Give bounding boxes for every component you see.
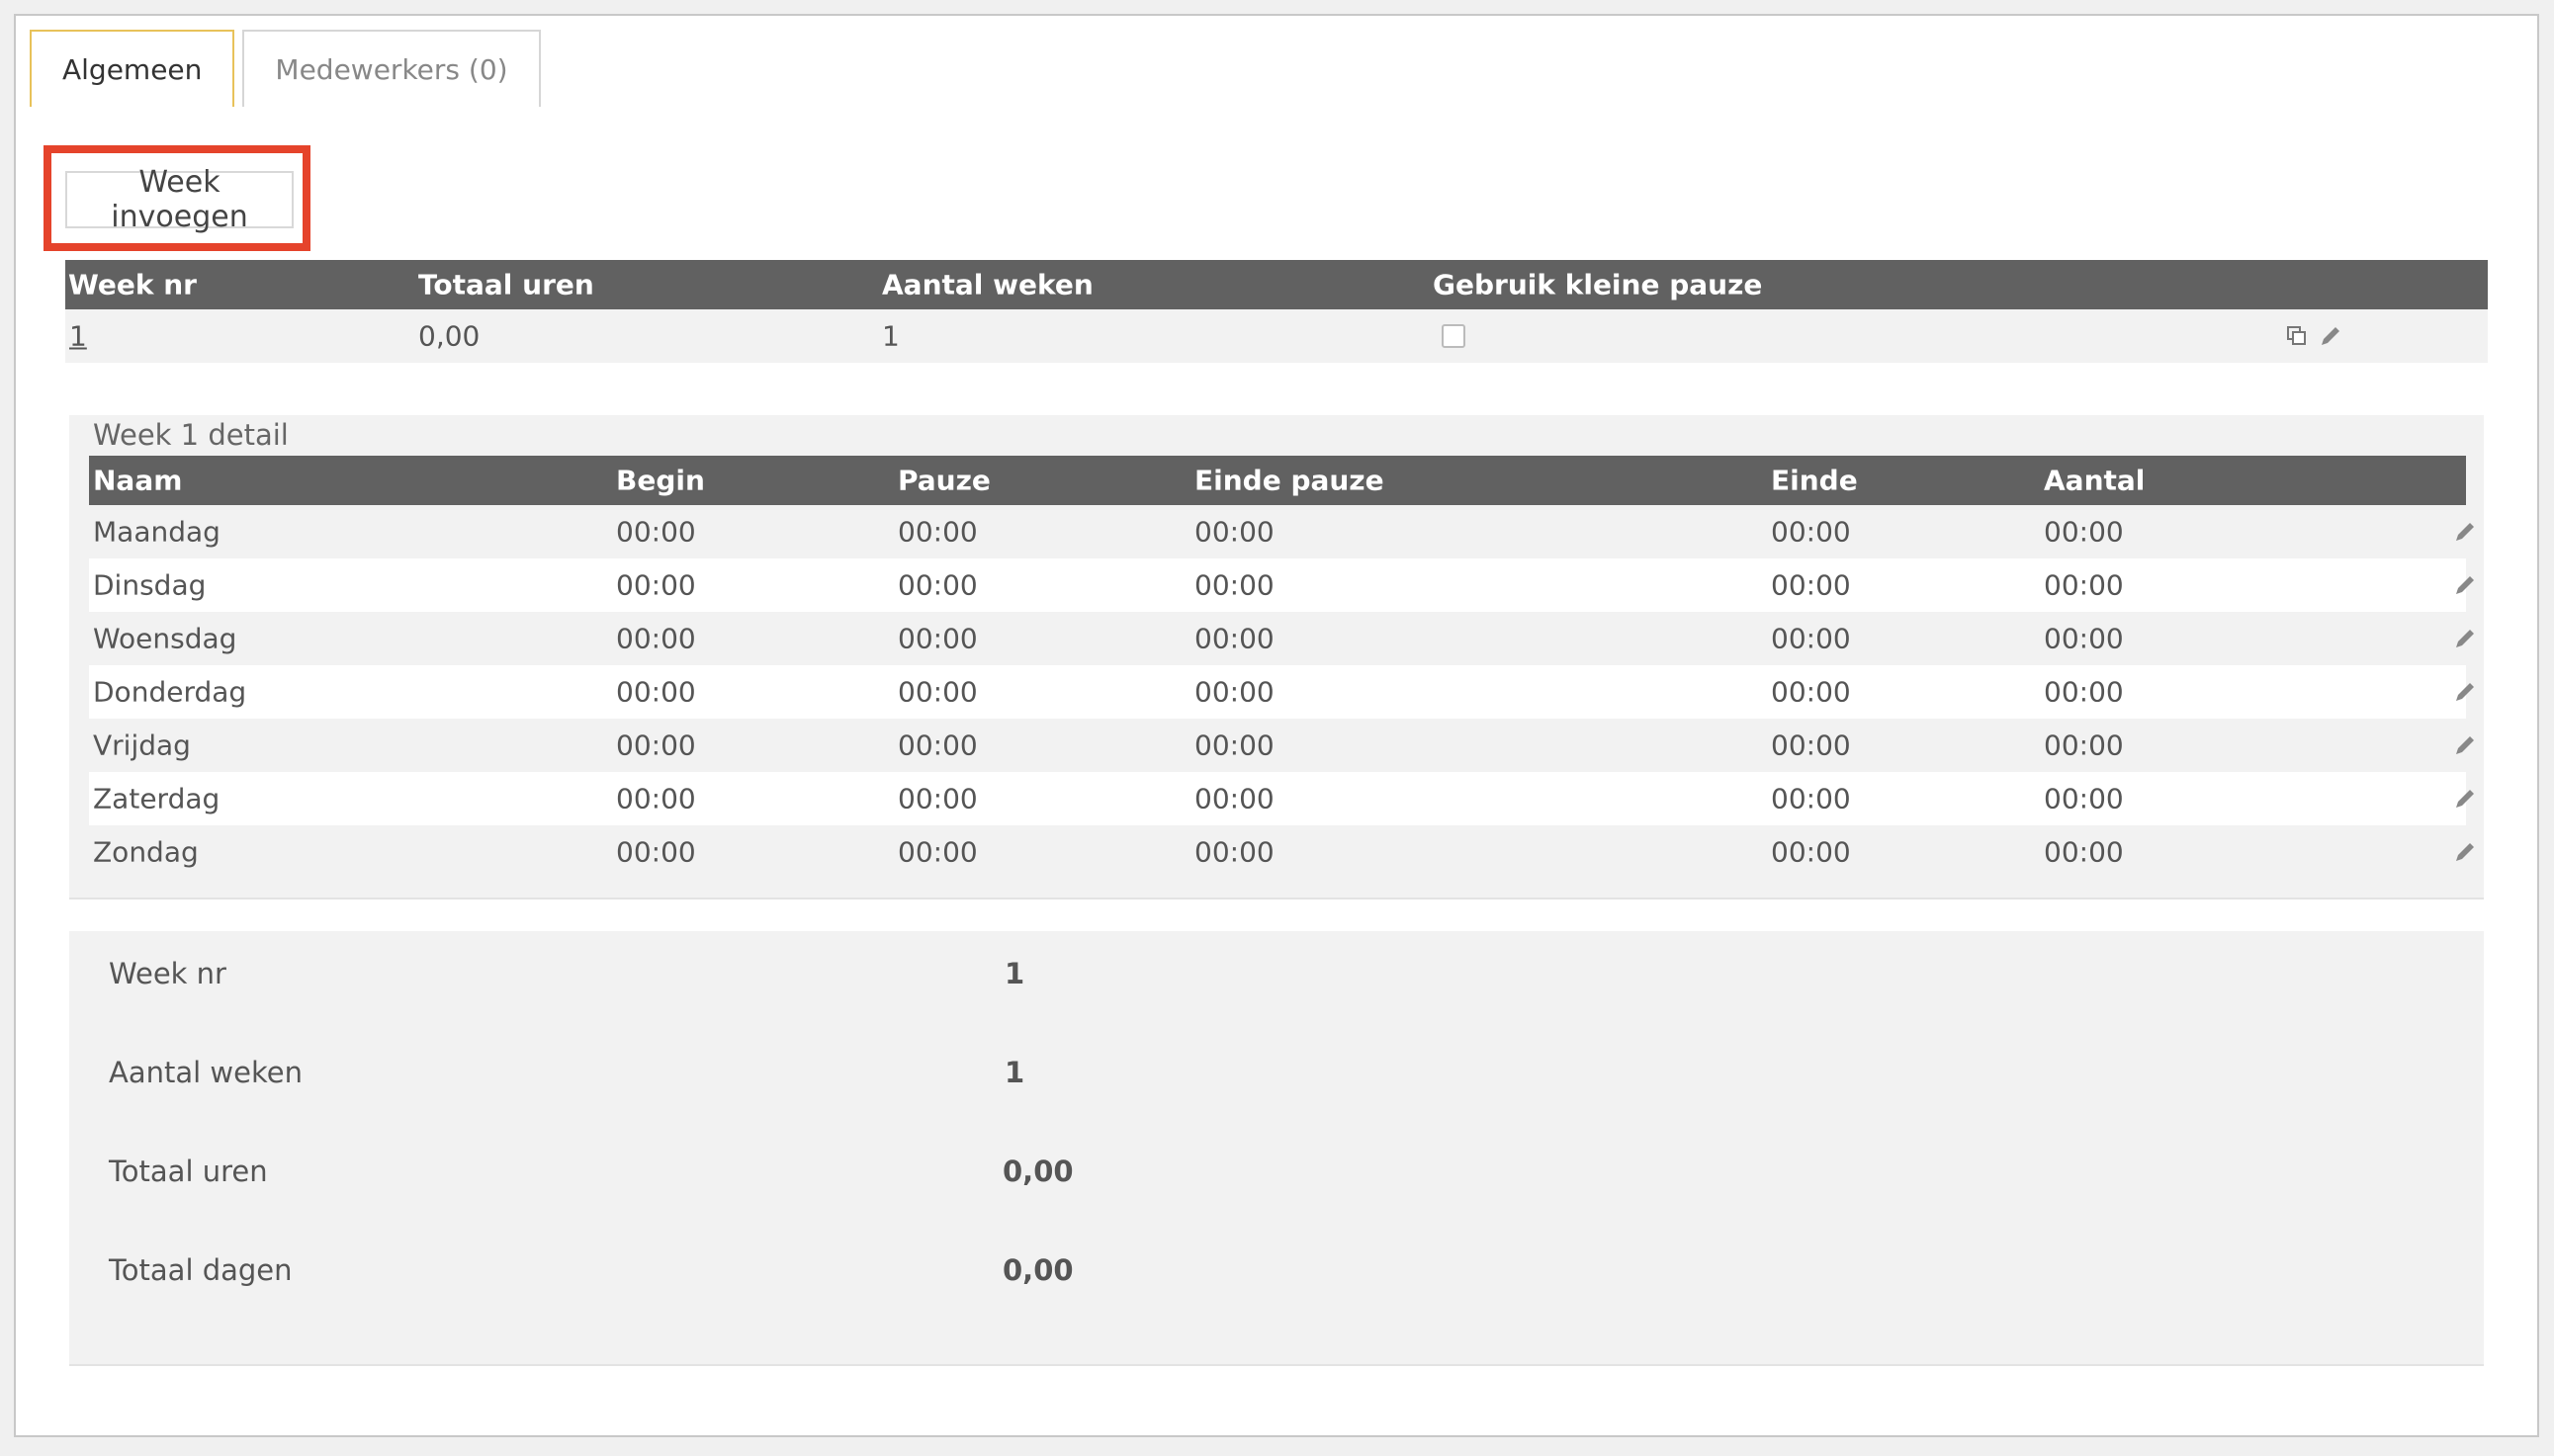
week-nr-link[interactable]: 1 xyxy=(69,320,87,353)
copy-icon[interactable] xyxy=(2284,323,2310,349)
pencil-icon[interactable] xyxy=(2452,786,2478,812)
cell-aantal: 00:00 xyxy=(2044,568,2124,602)
tab-bar: Algemeen Medewerkers (0) xyxy=(30,30,549,107)
week-table-header: Week nr Totaal uren Aantal weken Gebruik… xyxy=(65,260,2488,309)
pencil-icon[interactable] xyxy=(2452,732,2478,758)
cell-aantal: 00:00 xyxy=(2044,835,2124,869)
summary-row-totaal-dagen: Totaal dagen 0,00 xyxy=(69,1241,2484,1300)
header-einde-pauze: Einde pauze xyxy=(1194,464,1384,497)
header-totaal-uren: Totaal uren xyxy=(418,268,594,301)
week-detail-panel: Week 1 detail Naam Begin Pauze Einde pau… xyxy=(69,415,2484,899)
cell-aantal: 00:00 xyxy=(2044,515,2124,549)
kleine-pauze-checkbox[interactable] xyxy=(1442,324,1465,348)
detail-title: Week 1 detail xyxy=(93,418,289,452)
detail-table: Naam Begin Pauze Einde pauze Einde Aanta… xyxy=(89,456,2474,879)
cell-aantal: 00:00 xyxy=(2044,782,2124,815)
table-row: Zondag 00:00 00:00 00:00 00:00 00:00 xyxy=(89,825,2474,879)
summary-label: Totaal dagen xyxy=(109,1253,293,1287)
cell-einde: 00:00 xyxy=(1771,835,1851,869)
cell-pauze: 00:00 xyxy=(898,675,978,709)
cell-pauze: 00:00 xyxy=(898,568,978,602)
cell-naam: Vrijdag xyxy=(93,728,191,762)
summary-row-aantal-weken: Aantal weken 1 xyxy=(69,1043,2484,1102)
header-einde: Einde xyxy=(1771,464,1858,497)
cell-totaal-uren: 0,00 xyxy=(418,319,481,353)
cell-aantal-weken: 1 xyxy=(882,319,900,353)
cell-naam: Zondag xyxy=(93,835,199,869)
pencil-icon[interactable] xyxy=(2452,679,2478,705)
pencil-icon[interactable] xyxy=(2452,519,2478,545)
cell-pauze: 00:00 xyxy=(898,782,978,815)
header-naam: Naam xyxy=(93,464,183,497)
summary-value: 0,00 xyxy=(1003,1155,1074,1188)
cell-einde: 00:00 xyxy=(1771,568,1851,602)
cell-begin: 00:00 xyxy=(616,782,696,815)
cell-einde-pauze: 00:00 xyxy=(1194,515,1275,549)
cell-einde: 00:00 xyxy=(1771,782,1851,815)
pencil-icon[interactable] xyxy=(2452,839,2478,865)
summary-label: Aantal weken xyxy=(109,1056,303,1089)
summary-value: 1 xyxy=(1005,1056,1025,1089)
tab-medewerkers[interactable]: Medewerkers (0) xyxy=(242,30,541,107)
table-row: Woensdag 00:00 00:00 00:00 00:00 00:00 xyxy=(89,612,2474,665)
cell-einde: 00:00 xyxy=(1771,728,1851,762)
week-summary-panel: Week nr 1 Aantal weken 1 Totaal uren 0,0… xyxy=(69,931,2484,1366)
summary-value: 0,00 xyxy=(1003,1253,1074,1287)
cell-einde-pauze: 00:00 xyxy=(1194,675,1275,709)
summary-row-totaal-uren: Totaal uren 0,00 xyxy=(69,1142,2484,1201)
cell-einde: 00:00 xyxy=(1771,675,1851,709)
header-week-nr: Week nr xyxy=(68,268,197,301)
tab-algemeen[interactable]: Algemeen xyxy=(30,30,235,107)
cell-naam: Donderdag xyxy=(93,675,247,709)
cell-pauze: 00:00 xyxy=(898,835,978,869)
cell-begin: 00:00 xyxy=(616,568,696,602)
header-begin: Begin xyxy=(616,464,705,497)
table-row: Maandag 00:00 00:00 00:00 00:00 00:00 xyxy=(89,505,2474,558)
cell-begin: 00:00 xyxy=(616,622,696,655)
summary-value: 1 xyxy=(1005,957,1025,990)
cell-begin: 00:00 xyxy=(616,675,696,709)
cell-pauze: 00:00 xyxy=(898,622,978,655)
header-kleine-pauze: Gebruik kleine pauze xyxy=(1433,268,1763,301)
detail-table-header: Naam Begin Pauze Einde pauze Einde Aanta… xyxy=(89,456,2466,505)
week-table: Week nr Totaal uren Aantal weken Gebruik… xyxy=(65,260,2488,363)
header-aantal: Aantal xyxy=(2044,464,2146,497)
add-week-button[interactable]: Week invoegen xyxy=(65,165,294,234)
cell-einde-pauze: 00:00 xyxy=(1194,728,1275,762)
cell-naam: Dinsdag xyxy=(93,568,207,602)
header-pauze: Pauze xyxy=(898,464,991,497)
table-row: Donderdag 00:00 00:00 00:00 00:00 00:00 xyxy=(89,665,2474,719)
cell-pauze: 00:00 xyxy=(898,515,978,549)
cell-naam: Maandag xyxy=(93,515,220,549)
table-row: 1 0,00 1 xyxy=(65,309,2488,363)
pencil-icon[interactable] xyxy=(2318,323,2343,349)
header-aantal-weken: Aantal weken xyxy=(882,268,1094,301)
cell-einde: 00:00 xyxy=(1771,622,1851,655)
cell-einde-pauze: 00:00 xyxy=(1194,835,1275,869)
cell-einde-pauze: 00:00 xyxy=(1194,622,1275,655)
cell-pauze: 00:00 xyxy=(898,728,978,762)
cell-aantal: 00:00 xyxy=(2044,622,2124,655)
summary-label: Totaal uren xyxy=(109,1155,268,1188)
cell-einde-pauze: 00:00 xyxy=(1194,782,1275,815)
cell-begin: 00:00 xyxy=(616,835,696,869)
table-row: Zaterdag 00:00 00:00 00:00 00:00 00:00 xyxy=(89,772,2474,825)
summary-label: Week nr xyxy=(109,957,226,990)
cell-naam: Zaterdag xyxy=(93,782,220,815)
cell-einde: 00:00 xyxy=(1771,515,1851,549)
cell-aantal: 00:00 xyxy=(2044,728,2124,762)
table-row: Vrijdag 00:00 00:00 00:00 00:00 00:00 xyxy=(89,719,2474,772)
summary-row-week-nr: Week nr 1 xyxy=(69,944,2484,1003)
cell-begin: 00:00 xyxy=(616,515,696,549)
cell-einde-pauze: 00:00 xyxy=(1194,568,1275,602)
cell-aantal: 00:00 xyxy=(2044,675,2124,709)
pencil-icon[interactable] xyxy=(2452,626,2478,651)
cell-naam: Woensdag xyxy=(93,622,237,655)
cell-begin: 00:00 xyxy=(616,728,696,762)
pencil-icon[interactable] xyxy=(2452,572,2478,598)
table-row: Dinsdag 00:00 00:00 00:00 00:00 00:00 xyxy=(89,558,2474,612)
